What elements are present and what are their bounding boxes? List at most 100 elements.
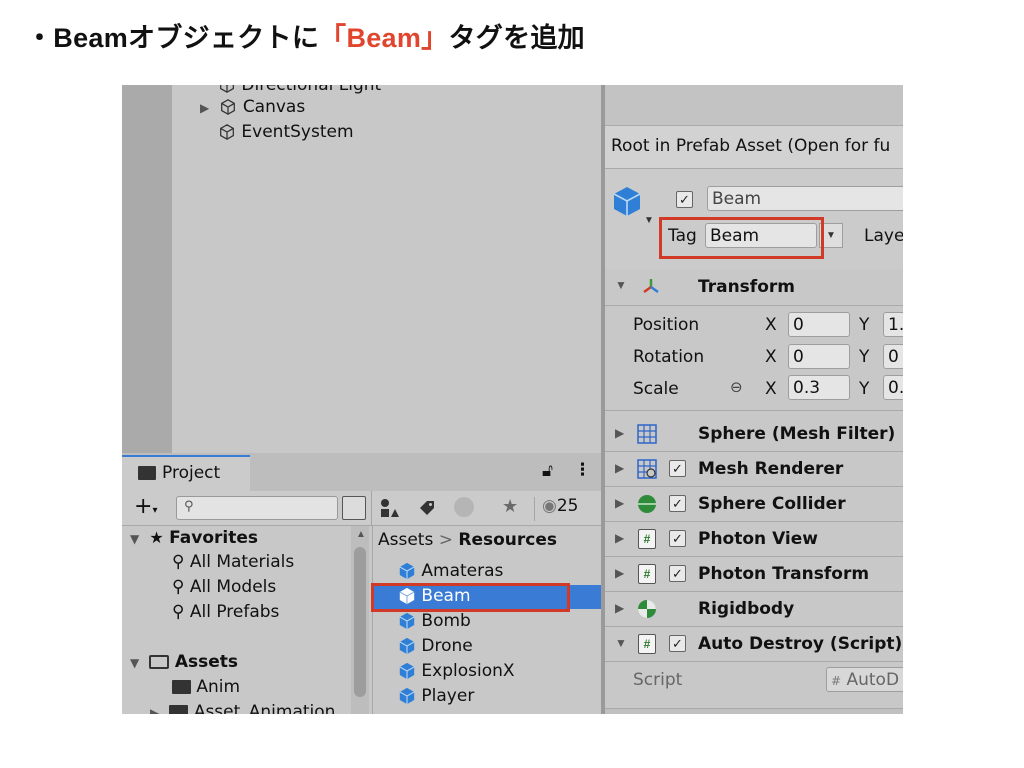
sphere-collider-icon [638, 495, 656, 513]
gameobject-cube-icon [221, 99, 236, 115]
expand-arrow-icon[interactable]: ▼ [130, 527, 144, 552]
tree-item-assets[interactable]: ▼ Assets [130, 650, 238, 675]
file-item-amateras[interactable]: Amateras [398, 559, 503, 584]
search-input[interactable]: ⚲ [176, 496, 338, 520]
filter-by-label-icon[interactable] [418, 499, 436, 517]
expand-arrow-icon[interactable]: ▶ [615, 531, 624, 545]
scroll-up-arrow-icon[interactable]: ▲ [356, 529, 366, 540]
lock-icon[interactable]: 🔓︎ [542, 461, 553, 481]
component-rigidbody[interactable]: ▶ Rigidbody [605, 592, 903, 627]
scale-x-field[interactable]: 0.3 [788, 375, 850, 400]
component-photon-transform-view[interactable]: ▶ # ✓ Photon Transform View [605, 557, 903, 618]
tree-item-label: All Prefabs [189, 602, 280, 622]
active-checkbox[interactable]: ✓ [676, 191, 693, 208]
rotation-y-label: Y [859, 347, 870, 367]
hidden-packages-toggle[interactable]: ◉25 [542, 496, 578, 516]
collapse-arrow-icon[interactable]: ▼ [615, 278, 627, 292]
script-label: Script [633, 670, 683, 690]
breadcrumb-separator: > [438, 530, 453, 550]
filter-by-type-icon[interactable] [378, 497, 400, 519]
file-item-player[interactable]: Player [398, 684, 474, 709]
component-transform[interactable]: ▼ Transform [605, 269, 903, 306]
component-mesh-filter[interactable]: ▶ Sphere (Mesh Filter) [605, 417, 903, 452]
collapse-arrow-icon[interactable]: ▼ [615, 636, 627, 650]
tree-item-label: Anim [196, 677, 241, 697]
link-constrain-icon[interactable]: ⊖ [730, 378, 743, 396]
mesh-filter-icon [637, 424, 657, 444]
rigidbody-icon [638, 600, 656, 618]
scale-y-field[interactable]: 0. [883, 375, 903, 400]
component-title: Sphere Collider [698, 494, 846, 514]
mesh-renderer-icon [637, 459, 657, 479]
component-photon-view[interactable]: ▶ # ✓ Photon View [605, 522, 903, 557]
folder-icon [138, 466, 156, 480]
script-field[interactable]: # AutoD [826, 667, 903, 692]
tree-item-all-materials[interactable]: ⚲ All Materials [172, 550, 294, 575]
rotation-x-label: X [765, 347, 777, 367]
file-item-label: ExplosionX [421, 661, 515, 681]
component-enabled-checkbox[interactable]: ✓ [669, 565, 686, 582]
transform-gizmo-icon [643, 279, 659, 294]
expand-arrow-icon[interactable]: ▶ [200, 96, 214, 120]
hierarchy-item-eventsystem[interactable]: EventSystem [218, 120, 354, 144]
rotation-x-field[interactable]: 0 [788, 344, 850, 369]
component-enabled-checkbox[interactable]: ✓ [669, 530, 686, 547]
breadcrumb-resources[interactable]: Resources [458, 530, 557, 550]
expand-arrow-icon[interactable]: ▶ [615, 566, 624, 580]
script-icon: # [831, 674, 842, 688]
component-enabled-checkbox[interactable]: ✓ [669, 460, 686, 477]
tree-item-all-models[interactable]: ⚲ All Models [172, 575, 276, 600]
highlight-box-tag [659, 217, 824, 259]
tree-item-asset-animation[interactable]: ▶ Asset_Animation [150, 700, 335, 714]
file-item-bomb[interactable]: Bomb [398, 609, 471, 634]
tree-item-all-prefabs[interactable]: ⚲ All Prefabs [172, 600, 279, 625]
position-y-field[interactable]: 1.1 [883, 312, 903, 337]
tree-item-label: Asset_Animation [193, 702, 336, 714]
component-title: Transform [698, 277, 795, 297]
prefab-cube-icon[interactable] [612, 185, 642, 219]
next-component-edge [605, 709, 903, 714]
prefab-cube-icon [399, 637, 415, 655]
component-mesh-renderer[interactable]: ▶ ✓ Mesh Renderer [605, 452, 903, 487]
tree-item-favorites[interactable]: ▼ ★ Favorites [130, 525, 258, 550]
component-title: Mesh Renderer [698, 459, 844, 479]
file-item-drone[interactable]: Drone [398, 634, 473, 659]
search-icon: ⚲ [172, 577, 185, 597]
expand-arrow-icon[interactable]: ▶ [615, 601, 624, 615]
component-title: Rigidbody [698, 599, 795, 619]
component-enabled-checkbox[interactable]: ✓ [669, 495, 686, 512]
title-highlight: 「Beam」 [319, 23, 449, 53]
prefab-cube-icon [399, 562, 415, 580]
title-suffix: タグを追加 [448, 23, 585, 53]
component-sphere-collider[interactable]: ▶ ✓ Sphere Collider [605, 487, 903, 522]
icon-dropdown-arrow-icon[interactable]: ▼ [644, 215, 654, 226]
debug-info-icon[interactable] [454, 497, 474, 517]
expand-arrow-icon[interactable]: ▼ [130, 651, 144, 676]
position-x-label: X [765, 315, 777, 335]
tree-scrollbar-thumb[interactable] [354, 547, 366, 697]
prefab-cube-icon [399, 687, 415, 705]
position-x-field[interactable]: 0 [788, 312, 850, 337]
search-by-type-icon[interactable] [342, 496, 366, 520]
expand-arrow-icon[interactable]: ▶ [615, 496, 624, 510]
star-icon: ★ [149, 528, 164, 547]
search-icon: ⚲ [184, 498, 194, 513]
component-auto-destroy[interactable]: ▼ # ✓ Auto Destroy (Script) [605, 627, 903, 662]
expand-arrow-icon[interactable]: ▶ [615, 426, 624, 440]
tree-item-anim[interactable]: Anim [172, 675, 240, 700]
add-asset-button[interactable]: +▾ [134, 494, 157, 519]
expand-arrow-icon[interactable]: ▶ [150, 701, 164, 714]
rotation-label: Rotation [633, 347, 705, 367]
hierarchy-item-canvas[interactable]: ▶ Canvas [200, 95, 305, 119]
favorite-star-icon[interactable]: ★ [502, 496, 518, 517]
expand-arrow-icon[interactable]: ▶ [615, 461, 624, 475]
object-name-field[interactable]: Beam [707, 186, 903, 211]
highlight-box-beam-file [371, 583, 570, 612]
hierarchy-panel [122, 85, 602, 453]
component-enabled-checkbox[interactable]: ✓ [669, 635, 686, 652]
rotation-y-field[interactable]: 0 [883, 344, 903, 369]
tab-project[interactable]: Project [122, 455, 250, 493]
file-item-explosionx[interactable]: ExplosionX [398, 659, 515, 684]
breadcrumb-assets[interactable]: Assets [378, 530, 433, 550]
more-options-icon[interactable]: ⋮ [574, 460, 591, 480]
